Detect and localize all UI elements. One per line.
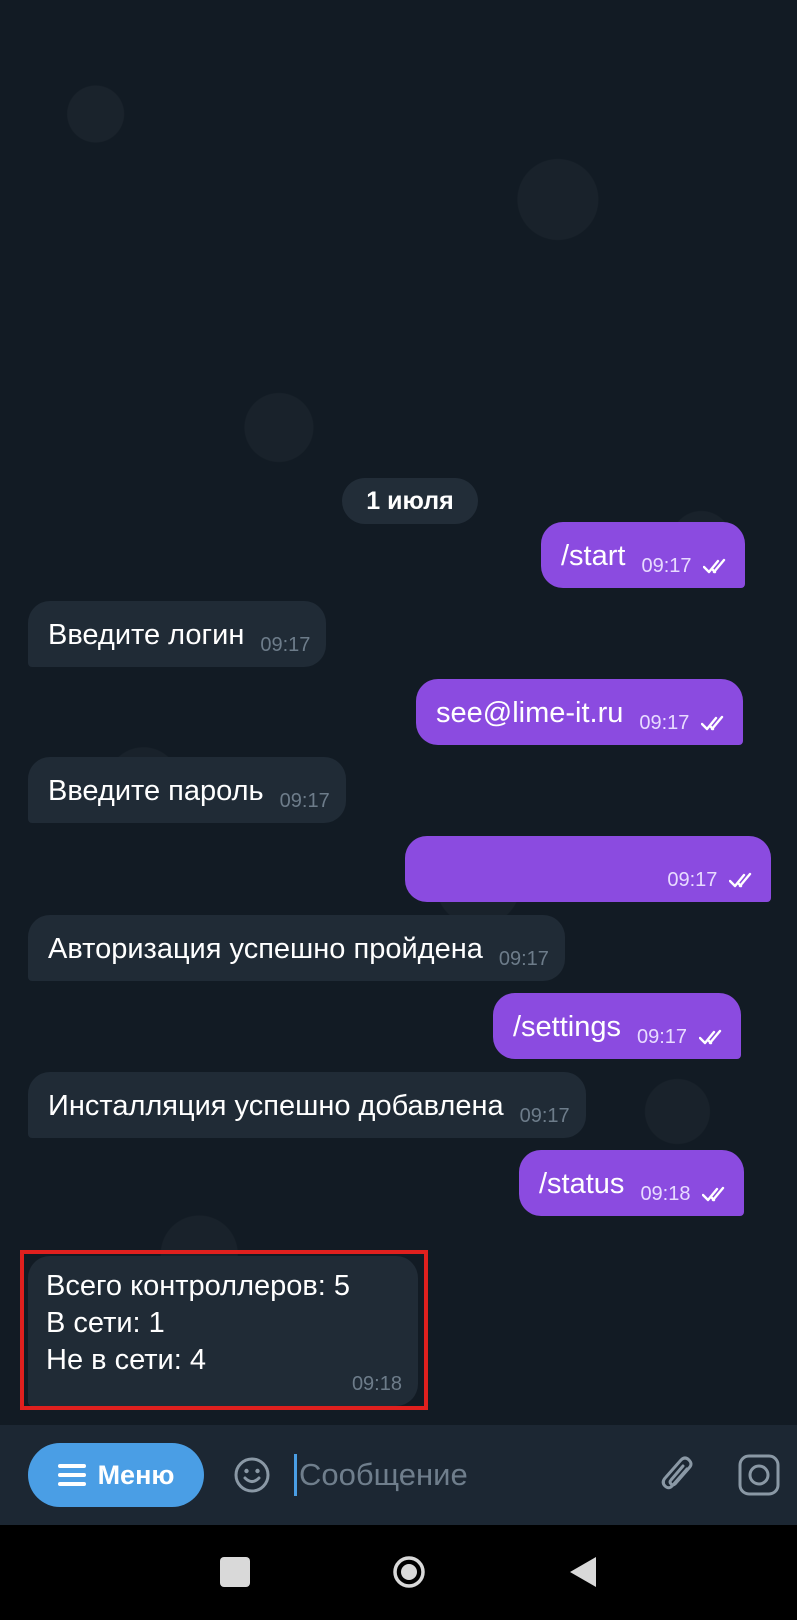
nav-back-icon[interactable] (568, 1555, 598, 1589)
status-online: В сети: 1 (46, 1307, 165, 1339)
message-text: /settings (513, 1011, 621, 1043)
double-check-icon (701, 715, 724, 731)
message-input[interactable] (299, 1457, 619, 1493)
incoming-message-auth-success[interactable]: Авторизация успешно пройдена 09:17 (28, 915, 565, 981)
message-time: 09:17 (498, 948, 549, 970)
outgoing-message-settings[interactable]: /settings 09:17 (493, 993, 741, 1059)
attach-icon[interactable] (657, 1453, 697, 1497)
date-divider: 1 июля (342, 478, 478, 524)
menu-button-label: Меню (97, 1459, 175, 1490)
message-text: /status (539, 1168, 625, 1200)
message-text: Введите логин (48, 619, 245, 651)
bot-menu-button[interactable]: Меню (28, 1443, 204, 1507)
status-total-controllers: Всего контроллеров: 5 (46, 1270, 351, 1302)
nav-home-icon[interactable] (392, 1555, 426, 1589)
outgoing-message-start[interactable]: /start 09:17 (541, 522, 746, 588)
telegram-chat-screen: 1 июля /start 09:17 Введите логин 09:17 … (0, 0, 797, 1620)
outgoing-message-email[interactable]: see@lime-it.ru 09:17 (416, 679, 743, 745)
nav-square-icon[interactable] (220, 1557, 250, 1587)
message-input-bar: Меню (0, 1425, 797, 1525)
message-time: 09:18 (351, 1373, 402, 1395)
menu-icon (57, 1464, 86, 1486)
message-time: 09:18 (640, 1182, 730, 1206)
outgoing-message-password[interactable]: 09:17 (405, 836, 771, 902)
double-check-icon (703, 558, 726, 574)
message-text: /start (561, 540, 626, 572)
message-time: 09:17 (260, 634, 311, 656)
message-time: 09:17 (639, 711, 729, 735)
incoming-message-password-prompt[interactable]: Введите пароль 09:17 (28, 757, 346, 823)
double-check-icon (702, 1186, 725, 1202)
incoming-message-install-added[interactable]: Инсталляция успешно добавлена 09:17 (28, 1072, 586, 1138)
message-time: 09:17 (667, 868, 757, 892)
system-navigation-bar (0, 1525, 797, 1620)
status-offline: Не в сети: 4 (46, 1344, 206, 1376)
message-text: Авторизация успешно пройдена (48, 933, 483, 965)
message-time: 09:17 (279, 790, 330, 812)
message-time: 09:17 (641, 554, 731, 578)
double-check-icon (698, 1029, 721, 1045)
double-check-icon (729, 872, 752, 888)
message-text: see@lime-it.ru (436, 697, 624, 729)
incoming-message-status-report[interactable]: Всего контроллеров: 5 В сети: 1 Не в сет… (28, 1256, 418, 1406)
text-cursor (294, 1454, 297, 1496)
chat-area[interactable]: 1 июля /start 09:17 Введите логин 09:17 … (0, 0, 797, 1425)
emoji-icon[interactable] (234, 1457, 270, 1493)
message-text: Инсталляция успешно добавлена (48, 1090, 504, 1122)
incoming-message-login-prompt[interactable]: Введите логин 09:17 (28, 601, 327, 667)
message-time: 09:17 (519, 1105, 570, 1127)
message-time: 09:17 (637, 1025, 727, 1049)
outgoing-message-status[interactable]: /status 09:18 (519, 1150, 745, 1216)
message-text: Введите пароль (48, 775, 264, 807)
camera-icon[interactable] (737, 1453, 781, 1497)
